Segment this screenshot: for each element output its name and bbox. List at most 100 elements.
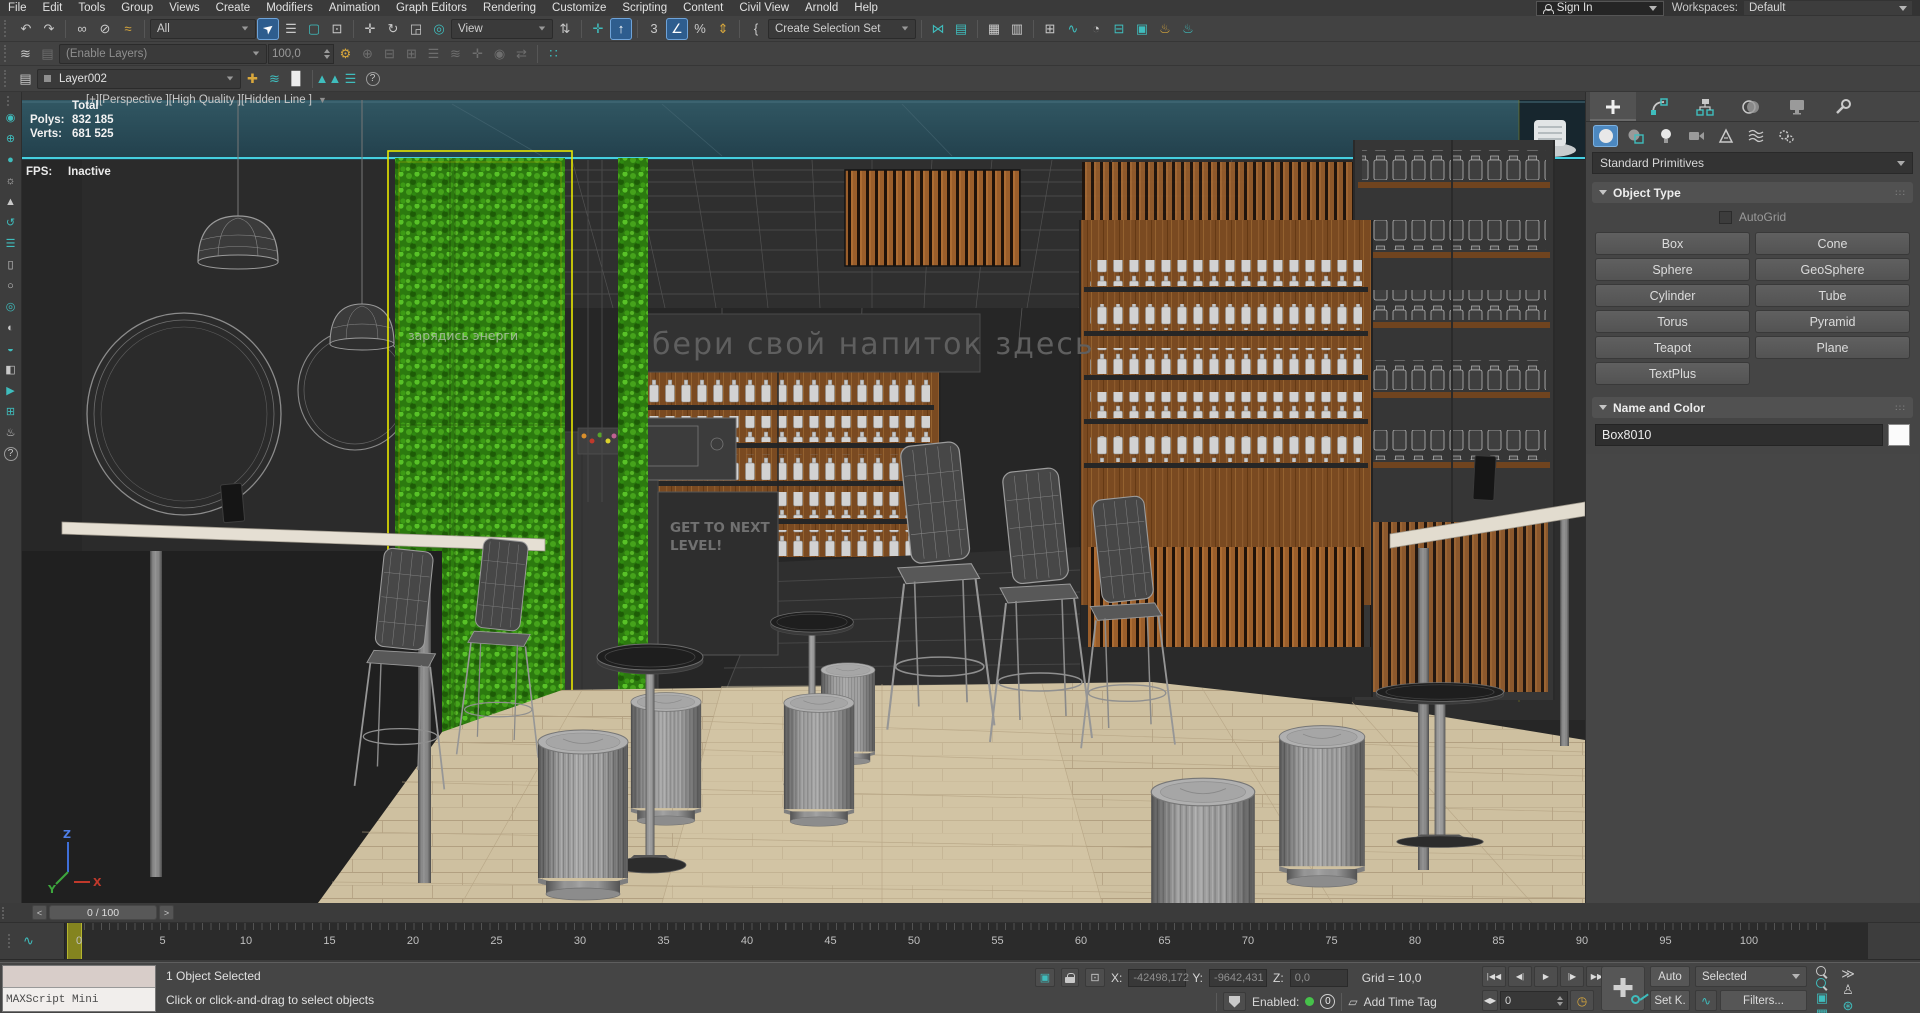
menu-item[interactable]: Create: [208, 2, 259, 14]
undo-icon[interactable]: ↶: [15, 18, 37, 40]
set-keys-button[interactable]: ✚: [1601, 966, 1645, 1011]
object-type-button[interactable]: Tube: [1755, 284, 1910, 307]
primitive-category-dropdown[interactable]: Standard Primitives: [1592, 152, 1913, 174]
object-type-button[interactable]: Plane: [1755, 336, 1910, 359]
category-space-warps[interactable]: [1743, 125, 1768, 147]
moss-strip[interactable]: [618, 158, 648, 720]
populate-icon[interactable]: ▲▲: [318, 69, 339, 89]
viewport-quality-menu[interactable]: [High Quality ]: [169, 94, 241, 106]
percent-snap-toggle-icon[interactable]: %: [689, 18, 711, 40]
create-camera-icon[interactable]: ⊕: [2, 130, 20, 148]
object-type-button[interactable]: Cone: [1755, 232, 1910, 255]
object-type-button[interactable]: TextPlus: [1595, 362, 1750, 385]
key-filters-curve-icon[interactable]: ∿: [1695, 990, 1717, 1011]
active-layer-dropdown[interactable]: Layer002: [37, 69, 241, 89]
play-button[interactable]: ▶: [1534, 966, 1558, 987]
snaps-toggle-icon[interactable]: 3: [643, 18, 665, 40]
menu-item[interactable]: Animation: [321, 2, 388, 14]
mini-curve-editor-icon[interactable]: ∿: [23, 933, 34, 949]
category-helpers[interactable]: [1713, 125, 1738, 147]
keyboard-shortcut-override-icon[interactable]: ↑: [610, 18, 632, 40]
filters-button[interactable]: Filters...: [1720, 990, 1807, 1011]
key-mode-toggle[interactable]: ◀▶: [1482, 990, 1498, 1011]
select-layer-objects-icon[interactable]: ◉: [489, 44, 510, 64]
menu-item[interactable]: Tools: [70, 2, 113, 14]
kiosk[interactable]: GET TO NEXT LEVEL!: [658, 492, 778, 655]
name-and-color-rollout[interactable]: Name and Color :::: [1592, 397, 1913, 418]
toolbar-grip[interactable]: [4, 70, 10, 88]
environment-icon[interactable]: ↺: [2, 214, 20, 232]
object-type-button[interactable]: Cylinder: [1595, 284, 1750, 307]
y-coordinate-field[interactable]: -9642,431: [1209, 969, 1267, 987]
track-bar[interactable]: 0510152025303540455055606570758085909510…: [64, 923, 1868, 959]
object-color-swatch[interactable]: [1888, 424, 1910, 446]
align-icon[interactable]: ▤: [950, 18, 972, 40]
target-icon[interactable]: ◎: [2, 298, 20, 316]
unlink-selection-icon[interactable]: ⊘: [94, 18, 116, 40]
reference-coordinate-dropdown[interactable]: View: [451, 19, 553, 39]
sign-in-button[interactable]: Sign In: [1536, 1, 1664, 16]
tab-utilities[interactable]: [1820, 92, 1866, 121]
maxscript-input[interactable]: [3, 966, 155, 988]
filter-funnel-icon[interactable]: ▼: [318, 95, 327, 105]
help-strip-icon[interactable]: ?: [2, 445, 20, 463]
mirror-icon[interactable]: ⋈: [927, 18, 949, 40]
menu-item[interactable]: Group: [113, 2, 161, 14]
category-systems[interactable]: [1773, 125, 1798, 147]
perspective-viewport[interactable]: бери свой напиток здесь: [22, 92, 1585, 903]
object-list-icon[interactable]: ☰: [2, 235, 20, 253]
go-to-start-button[interactable]: |◀◀: [1482, 966, 1506, 987]
previous-frame-slider-button[interactable]: <: [32, 905, 47, 920]
tab-motion[interactable]: [1728, 92, 1774, 121]
absolute-mode-icon[interactable]: ⊡: [1085, 968, 1105, 987]
auto-key-button[interactable]: Auto: [1650, 966, 1690, 987]
torus-icon[interactable]: ○: [2, 277, 20, 295]
ottoman-stool[interactable]: [1151, 778, 1255, 903]
zoom-extents-icon[interactable]: ▣: [1810, 990, 1834, 1006]
zoom-icon[interactable]: [1810, 966, 1834, 978]
layers-stack-icon[interactable]: ≋: [15, 44, 36, 64]
new-layer-icon[interactable]: ✛: [467, 44, 488, 64]
time-slider[interactable]: 0 / 100: [49, 905, 157, 920]
spinner-snap-toggle-icon[interactable]: ⇕: [712, 18, 734, 40]
edit-named-selection-sets-icon[interactable]: {: [745, 18, 767, 40]
menu-item[interactable]: Arnold: [797, 2, 846, 14]
select-by-name-icon[interactable]: ☰: [280, 18, 302, 40]
select-and-manipulate-icon[interactable]: ✛: [587, 18, 609, 40]
foliage-icon[interactable]: ▲: [2, 193, 20, 211]
category-shapes[interactable]: [1623, 125, 1648, 147]
object-type-button[interactable]: Teapot: [1595, 336, 1750, 359]
select-and-rotate-icon[interactable]: ↻: [382, 18, 404, 40]
object-type-button[interactable]: GeoSphere: [1755, 258, 1910, 281]
count-badge[interactable]: 0: [1320, 994, 1335, 1009]
rectangular-selection-region-icon[interactable]: ▢: [303, 18, 325, 40]
swap-layers-icon[interactable]: ⇄: [511, 44, 532, 64]
selection-set-dropdown[interactable]: Selected: [1695, 966, 1807, 987]
object-type-button[interactable]: Pyramid: [1755, 310, 1910, 333]
zoom-extents-all-icon[interactable]: ▦: [1810, 1006, 1834, 1013]
time-configuration-button[interactable]: ◷: [1570, 990, 1594, 1011]
add-time-tag[interactable]: Add Time Tag: [1364, 995, 1437, 1009]
menu-item[interactable]: Help: [846, 2, 886, 14]
redo-icon[interactable]: ↷: [38, 18, 60, 40]
create-new-layer-icon[interactable]: ✚: [242, 69, 263, 89]
selection-filter-dropdown[interactable]: All: [150, 19, 256, 39]
current-frame-field[interactable]: 0: [1500, 991, 1568, 1010]
enable-layers-dropdown[interactable]: (Enable Layers): [59, 44, 267, 64]
next-frame-slider-button[interactable]: >: [159, 905, 174, 920]
layer-settings-icon[interactable]: ⚙: [335, 44, 356, 64]
display-options-icon[interactable]: ∷: [543, 44, 564, 64]
menu-item[interactable]: Rendering: [475, 2, 544, 14]
scene-notes-icon[interactable]: ☰: [340, 69, 361, 89]
named-selection-sets-dropdown[interactable]: Create Selection Set: [768, 19, 916, 39]
orbit-icon[interactable]: ⊛: [1836, 998, 1860, 1013]
menu-item[interactable]: Modifiers: [258, 2, 321, 14]
walk-through-icon[interactable]: ♙: [1836, 982, 1860, 998]
x-coordinate-field[interactable]: -42498,172: [1128, 969, 1186, 987]
material-editor-icon[interactable]: ◔: [1085, 18, 1107, 40]
layer-properties-icon[interactable]: ▤: [37, 44, 58, 64]
select-and-move-icon[interactable]: ✛: [359, 18, 381, 40]
grid-create-icon[interactable]: ⊞: [2, 403, 20, 421]
toggle-layer-explorer-icon[interactable]: ▥: [1006, 18, 1028, 40]
layer-opacity-spinner[interactable]: 100,0: [268, 44, 334, 64]
